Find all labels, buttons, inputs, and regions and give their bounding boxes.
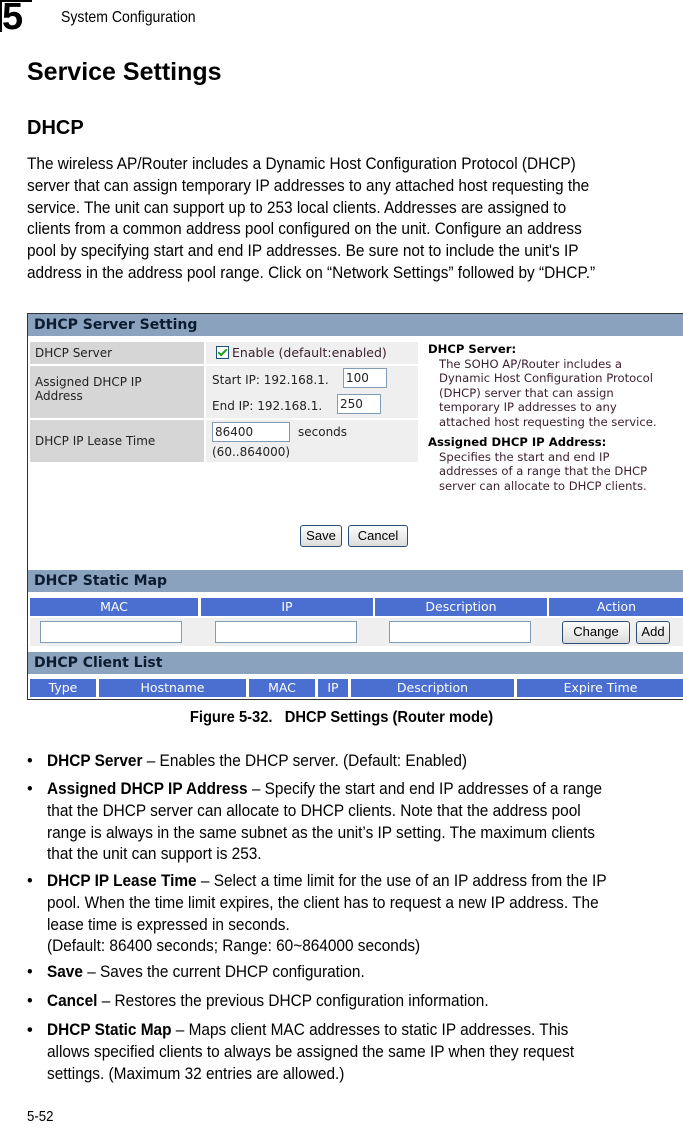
lease-time-label: DHCP IP Lease Time: [30, 420, 204, 462]
start-ip-prefix: Start IP: 192.168.1.: [212, 373, 329, 387]
static-map-header: DHCP Static Map: [28, 570, 683, 592]
help-assigned-title: Assigned DHCP IP Address:: [428, 435, 607, 449]
bullet-glyph: •: [27, 992, 33, 1010]
bullet-line: range is always in the same subnet as th…: [47, 823, 595, 842]
bullet-glyph: •: [27, 963, 33, 981]
assigned-ip-value: Start IP: 192.168.1. 100 End IP: 192.168…: [206, 366, 418, 418]
change-button[interactable]: Change: [562, 621, 630, 644]
bullet-term: DHCP IP Lease Time: [47, 872, 197, 890]
help-server-line: (DHCP) server that can assign: [439, 385, 614, 400]
intro-line: The wireless AP/Router includes a Dynami…: [27, 155, 576, 173]
bullet-term: DHCP Server: [47, 752, 143, 770]
client-list-col-ip: IP: [318, 679, 348, 697]
help-panel: DHCP Server: The SOHO AP/Router includes…: [428, 342, 683, 493]
lease-unit: seconds: [298, 425, 348, 439]
static-map-col-action: Action: [549, 598, 683, 616]
intro-paragraph: The wireless AP/Router includes a Dynami…: [27, 154, 654, 285]
help-server-title: DHCP Server:: [428, 342, 517, 356]
lease-time-input[interactable]: 86400: [212, 422, 290, 442]
section-heading: DHCP: [27, 117, 84, 139]
help-server-line: Dynamic Host Configuration Protocol: [439, 371, 653, 385]
end-ip-prefix: End IP: 192.168.1.: [212, 399, 323, 413]
bullet-glyph: •: [27, 872, 33, 890]
bullet-line: DHCP Static Map – Maps client MAC addres…: [47, 1020, 655, 1042]
help-assigned-line: server can allocate to DHCP clients.: [439, 478, 647, 493]
save-button[interactable]: Save: [300, 525, 342, 547]
bullet-line: lease time is expressed in seconds.: [47, 915, 290, 934]
enable-label: Enable (default:enabled): [232, 345, 387, 360]
enable-checkbox[interactable]: [216, 346, 229, 359]
client-list-col-type: Type: [30, 679, 96, 697]
intro-line: service. The unit can support up to 253 …: [27, 198, 567, 217]
assigned-ip-label-line2: Address: [35, 389, 83, 403]
chapter-number: 5: [2, 0, 23, 38]
bullet-line: that the unit can support is 253.: [47, 845, 262, 864]
static-map-col-ip: IP: [201, 598, 373, 616]
intro-line: address in the address pool range. Click…: [27, 263, 596, 282]
help-assigned-line: addresses of a range that the DHCP: [439, 464, 648, 478]
bullet-glyph: •: [27, 752, 33, 770]
static-map-description-input[interactable]: [389, 621, 531, 643]
end-ip-input[interactable]: 250: [337, 394, 381, 414]
help-server-line: attached host requesting the service.: [439, 414, 657, 429]
static-map-ip-input[interactable]: [215, 621, 357, 643]
bullet-term: Assigned DHCP IP Address: [47, 780, 248, 798]
bullet-line: DHCP Server – Enables the DHCP server. (…: [47, 751, 655, 773]
bullet-line: Save – Saves the current DHCP configurat…: [47, 962, 655, 984]
bullet-glyph: •: [27, 780, 33, 798]
bullet-text: – Maps client MAC addresses to static IP…: [171, 1021, 569, 1039]
dhcp-settings-figure: DHCP Server Setting DHCP Server Enable (…: [27, 313, 683, 700]
lease-time-value: 86400 seconds (60..864000): [206, 420, 418, 462]
bullet-line: Cancel – Restores the previous DHCP conf…: [47, 991, 655, 1013]
bullet-line: DHCP IP Lease Time – Select a time limit…: [47, 871, 655, 893]
bullet-term: Save: [47, 963, 83, 981]
assigned-ip-label-line1: Assigned DHCP IP: [35, 375, 142, 389]
client-list-col-mac: MAC: [249, 679, 315, 697]
client-list-col-description: Description: [351, 679, 514, 697]
running-title: System Configuration: [61, 9, 196, 26]
figure-caption: Figure 5-32. DHCP Settings (Router mode): [189, 709, 494, 726]
client-list-col-hostname: Hostname: [99, 679, 246, 697]
page-heading: Service Settings: [27, 58, 222, 86]
intro-line: pool by specifying start and end IP addr…: [27, 242, 579, 261]
bullet-text: – Saves the current DHCP configuration.: [82, 963, 365, 981]
bullet-text: – Enables the DHCP server. (Default: Ena…: [142, 752, 468, 770]
intro-line: server that can assign temporary IP addr…: [27, 176, 590, 195]
bullet-line: that the DHCP server can allocate to DHC…: [47, 801, 581, 820]
bullet-glyph: •: [27, 1021, 33, 1039]
start-ip-input[interactable]: 100: [343, 368, 387, 388]
static-map-col-description: Description: [375, 598, 547, 616]
page-number: 5-52: [27, 1108, 54, 1125]
client-list-col-expire-time: Expire Time: [517, 679, 683, 697]
add-button[interactable]: Add: [636, 621, 670, 644]
help-server-line: temporary IP addresses to any: [439, 400, 617, 414]
dhcp-server-value: Enable (default:enabled): [206, 342, 418, 364]
intro-line: clients from a common address pool confi…: [27, 220, 582, 239]
bullet-line: (Default: 86400 seconds; Range: 60~86400…: [47, 937, 421, 956]
dhcp-server-label: DHCP Server: [30, 342, 204, 364]
bullet-text: – Select a time limit for the use of an …: [196, 872, 607, 890]
client-list-header: DHCP Client List: [28, 652, 683, 674]
bullet-line: allows specified clients to always be as…: [47, 1042, 575, 1061]
assigned-ip-label: Assigned DHCP IP Address: [30, 366, 204, 418]
bullet-term: Cancel: [47, 992, 98, 1010]
bullet-line: settings. (Maximum 32 entries are allowe…: [47, 1064, 345, 1083]
help-server-line: The SOHO AP/Router includes a: [439, 356, 623, 371]
static-map-mac-input[interactable]: [40, 621, 182, 643]
bullet-line: Assigned DHCP IP Address – Specify the s…: [47, 779, 655, 801]
cancel-button[interactable]: Cancel: [348, 525, 408, 547]
lease-range: (60..864000): [212, 445, 291, 459]
bullet-term: DHCP Static Map: [47, 1021, 172, 1039]
help-assigned-line: Specifies the start and end IP: [439, 449, 610, 464]
bullet-line: pool. When the time limit expires, the c…: [47, 893, 599, 912]
bullet-text: – Specify the start and end IP addresses…: [247, 780, 603, 798]
server-setting-header: DHCP Server Setting: [28, 314, 683, 336]
bullet-text: – Restores the previous DHCP configurati…: [97, 992, 489, 1010]
static-map-col-mac: MAC: [30, 598, 198, 616]
